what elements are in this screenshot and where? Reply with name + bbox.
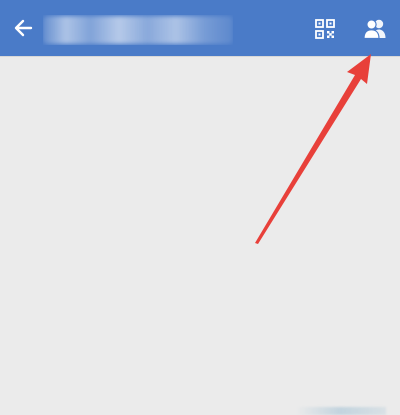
contacts-icon — [363, 19, 386, 40]
contacts-button[interactable] — [360, 14, 390, 44]
main-content-area — [0, 57, 400, 415]
qr-code-icon — [315, 19, 335, 39]
app-window — [0, 0, 400, 415]
arrow-left-icon — [14, 19, 33, 37]
watermark — [296, 407, 386, 415]
header-title — [43, 15, 233, 45]
qr-code-button[interactable] — [312, 16, 338, 42]
back-button[interactable] — [8, 13, 38, 43]
top-app-bar — [0, 0, 400, 57]
header-title-text — [43, 16, 233, 44]
